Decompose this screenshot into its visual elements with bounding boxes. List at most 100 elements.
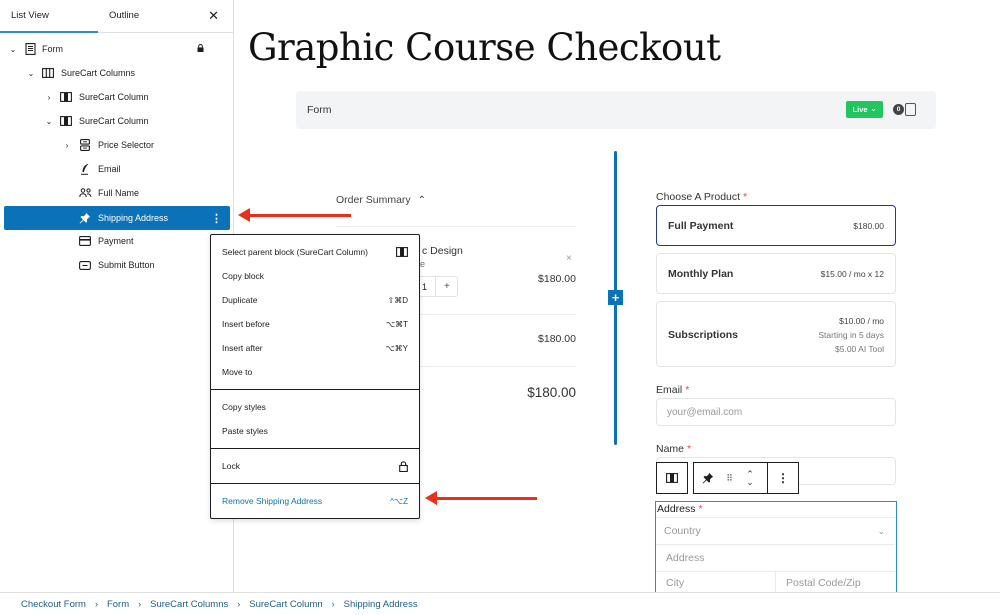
breadcrumb-separator: › [237,599,241,609]
menu-item-duplicate[interactable]: Duplicate ⇧⌘D [222,292,408,308]
line-item-name: c Design [422,245,463,257]
tree-item-form[interactable]: ⌄ Form [4,37,230,61]
product-option-subscriptions[interactable]: Subscriptions $10.00 / mo Starting in 5 … [656,301,896,367]
page-title[interactable]: Graphic Course Checkout [248,26,721,69]
menu-item-insert-before[interactable]: Insert before ⌥⌘T [222,316,408,332]
tree-item-label: Full Name [98,188,140,198]
line-item-price: $180.00 [538,273,576,285]
breadcrumb-item-current[interactable]: Shipping Address [344,599,418,610]
block-options-icon[interactable]: ⋮ [211,212,222,225]
tab-outline[interactable]: Outline [109,10,139,21]
tree-item-label: SureCart Columns [61,68,136,78]
shortcut: ⇧⌘D [387,295,408,305]
breadcrumb-item[interactable]: Checkout Form [21,599,86,610]
tree-item-surecart-columns[interactable]: ⌄ SureCart Columns [4,61,230,85]
shortcut: ^⌥Z [390,496,408,506]
total-price: $180.00 [527,385,576,400]
lock-icon [399,460,408,472]
column-icon [396,247,408,257]
product-price: $180.00 [853,221,884,231]
quantity-increase-button[interactable]: + [444,281,450,292]
menu-item-insert-after[interactable]: Insert after ⌥⌘Y [222,340,408,356]
move-up-down-icon[interactable]: ⌃ ⌄ [736,470,764,487]
kebab-icon: ⋮ [777,471,789,485]
address-field[interactable]: Address [656,545,895,572]
product-name: Subscriptions [668,329,739,341]
mode-toggle-button[interactable]: Live ⌄ [846,101,883,118]
remove-item-icon[interactable]: × [566,253,572,264]
shipping-address-block[interactable]: Address * Country ⌄ Address City Postal … [655,501,897,594]
product-name: Monthly Plan [668,268,734,280]
order-summary-title: Order Summary [336,194,411,206]
close-icon[interactable]: ✕ [208,8,219,24]
lock-icon [197,44,204,54]
button-icon [79,259,91,271]
form-header-bar[interactable]: Form Live ⌄ 0 [296,91,936,129]
active-tab-indicator [0,31,98,33]
breadcrumb-item[interactable]: Form [107,599,129,610]
block-inserter-button[interactable]: + [608,290,623,305]
order-summary-toggle[interactable]: Order Summary ⌃ [336,194,426,206]
tree-item-label: Price Selector [98,140,155,150]
quantity-value: 1 [422,281,428,292]
tree-item-label: SureCart Column [79,92,149,102]
menu-item-paste-styles[interactable]: Paste styles [222,423,408,439]
product-price: $15.00 / mo x 12 [820,269,884,279]
cart-icon[interactable] [905,103,916,116]
city-field[interactable]: City [656,572,776,594]
block-toolbar: ⠿ ⌃ ⌄ ⋮ [656,462,799,494]
menu-item-remove-shipping-address[interactable]: Remove Shipping Address ^⌥Z [222,493,408,509]
more-options-button[interactable]: ⋮ [767,462,799,494]
email-field[interactable]: your@email.com [656,398,896,426]
tree-item-email[interactable]: Email [4,157,230,181]
menu-item-copy-styles[interactable]: Copy styles [222,399,408,415]
menu-item-select-parent[interactable]: Select parent block (SureCart Column) [222,244,408,260]
breadcrumb-item[interactable]: SureCart Column [249,599,322,610]
chevron-down-icon[interactable]: ⌄ [8,45,18,54]
column-icon [666,473,678,483]
breadcrumb-separator: › [138,599,142,609]
tree-item-label: SureCart Column [79,116,149,126]
feather-icon [79,163,91,175]
chevron-down-icon[interactable]: ⌄ [26,69,36,78]
select-parent-button[interactable] [656,462,688,494]
product-option-monthly-plan[interactable]: Monthly Plan $15.00 / mo x 12 [656,253,896,294]
annotation-arrow [238,208,351,222]
country-select[interactable]: Country ⌄ [656,517,895,545]
chevron-up-icon: ⌃ [417,195,426,206]
tree-item-price-selector[interactable]: › Price Selector [4,133,230,157]
tree-item-full-name[interactable]: Full Name [4,181,230,205]
chevron-right-icon[interactable]: › [44,93,54,102]
annotation-arrow [425,491,537,505]
tree-item-submit-button[interactable]: Submit Button [4,253,230,277]
postal-code-field[interactable]: Postal Code/Zip [786,572,895,594]
subtotal-price: $180.00 [538,333,576,345]
drag-handle-icon[interactable]: ⠿ [722,473,736,484]
breadcrumb-item[interactable]: SureCart Columns [150,599,228,610]
columns-icon [42,67,54,79]
block-options-menu: Select parent block (SureCart Column) Co… [210,234,420,519]
pin-icon[interactable] [694,472,722,484]
name-label: Name * [656,443,692,455]
tree-item-surecart-column[interactable]: ⌄ SureCart Column [4,109,230,133]
tree-item-label: Payment [98,236,134,246]
users-icon [79,187,92,199]
menu-divider [211,448,419,449]
tree-item-payment[interactable]: Payment [4,229,230,253]
tab-list-view[interactable]: List View [11,10,49,21]
form-icon [24,43,36,55]
menu-divider [211,389,419,390]
form-label: Form [307,104,332,116]
menu-item-move-to[interactable]: Move to [222,364,408,380]
product-option-full-payment[interactable]: Full Payment $180.00 [656,205,896,246]
line-item-subtitle: e [420,259,426,269]
tree-item-surecart-column[interactable]: › SureCart Column [4,85,230,109]
chevron-down-icon[interactable]: ⌄ [44,117,54,126]
menu-item-copy-block[interactable]: Copy block [222,268,408,284]
tree-item-label: Submit Button [98,260,155,270]
menu-item-lock[interactable]: Lock [222,458,408,474]
chevron-right-icon[interactable]: › [62,141,72,150]
tree-item-shipping-address[interactable]: Shipping Address ⋮ [4,206,230,230]
list-view-sidebar: List View Outline ✕ ⌄ Form ⌄ SureCart Co… [0,0,234,592]
tree-item-label: Form [42,44,63,54]
